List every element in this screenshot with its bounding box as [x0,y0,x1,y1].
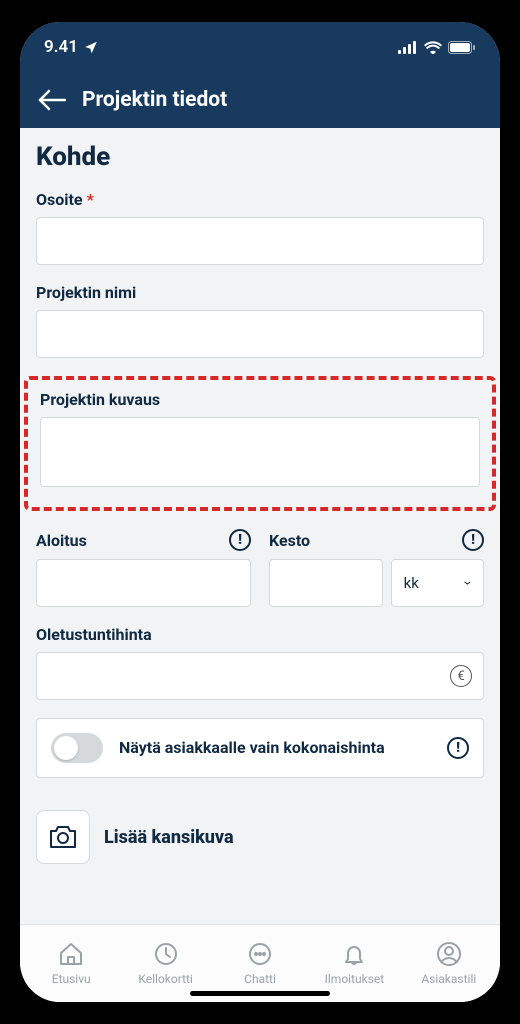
user-icon [435,940,463,968]
back-arrow-icon [38,88,66,112]
duration-label: Kesto [269,531,310,550]
cover-label: Lisää kansikuva [104,827,234,848]
back-button[interactable] [38,88,66,112]
start-field: Aloitus ! [36,529,251,607]
total-price-toggle[interactable] [51,733,103,763]
start-input[interactable] [36,559,251,607]
info-icon[interactable]: ! [462,529,484,551]
cellular-icon [398,41,418,54]
tab-notifications[interactable]: Ilmoitukset [307,940,401,986]
page-title: Projektin tiedot [82,88,227,112]
clock-icon [152,940,180,968]
highlight-box: Projektin kuvaus [24,376,496,511]
status-right [398,41,476,54]
tab-label: Kellokortti [138,972,192,986]
content-area[interactable]: Kohde Osoite * Projektin nimi Projektin … [20,128,500,924]
toggle-knob [54,736,78,760]
address-label: Osoite * [36,190,484,209]
address-input[interactable] [36,217,484,265]
tab-home[interactable]: Etusivu [24,940,118,986]
wifi-icon [424,41,442,54]
hourly-input[interactable] [36,652,484,700]
chevron-down-icon: › [460,581,478,586]
tab-label: Chatti [244,972,276,986]
nav-bar: Projektin tiedot [20,72,500,128]
duration-unit-select[interactable]: kk › [391,559,484,607]
camera-icon [48,824,78,850]
bell-icon [340,940,368,968]
add-cover-button[interactable] [36,810,90,864]
duration-field: Kesto ! kk › [269,529,484,607]
tab-chat[interactable]: Chatti [213,940,307,986]
address-field: Osoite * [36,190,484,265]
info-icon[interactable]: ! [229,529,251,551]
project-desc-input[interactable] [40,417,480,487]
tab-label: Asiakastili [421,972,476,986]
tab-timecard[interactable]: Kellokortti [118,940,212,986]
battery-icon [448,41,476,54]
clock: 9.41 [44,37,78,57]
required-asterisk: * [87,190,94,209]
project-name-label: Projektin nimi [36,283,484,302]
tab-label: Etusivu [52,972,91,986]
start-label: Aloitus [36,531,87,550]
toggle-label: Näytä asiakkaalle vain kokonaishinta [119,738,431,759]
total-price-toggle-row: Näytä asiakkaalle vain kokonaishinta ! [36,718,484,778]
project-name-input[interactable] [36,310,484,358]
project-name-field: Projektin nimi [36,283,484,358]
hourly-field: Oletustuntihinta € [36,625,484,700]
location-icon [84,40,98,54]
project-desc-field: Projektin kuvaus [40,390,480,491]
euro-icon: € [450,665,472,687]
hourly-label: Oletustuntihinta [36,625,484,644]
status-left: 9.41 [44,37,98,57]
cover-image-row: Lisää kansikuva [36,800,484,884]
project-desc-label: Projektin kuvaus [40,390,480,409]
status-bar: 9.41 [20,22,500,72]
chat-icon [246,940,274,968]
tab-label: Ilmoitukset [325,972,385,986]
home-icon [57,940,85,968]
duration-input[interactable] [269,559,383,607]
section-title: Kohde [36,142,484,172]
home-indicator[interactable] [190,991,330,996]
phone-frame: 9.41 Projektin tiedot Kohde Osoite * Pro… [20,22,500,1002]
info-icon[interactable]: ! [447,737,469,759]
duration-unit-value: kk [404,574,419,592]
tab-account[interactable]: Asiakastili [402,940,496,986]
start-duration-row: Aloitus ! Kesto ! kk › [36,529,484,625]
